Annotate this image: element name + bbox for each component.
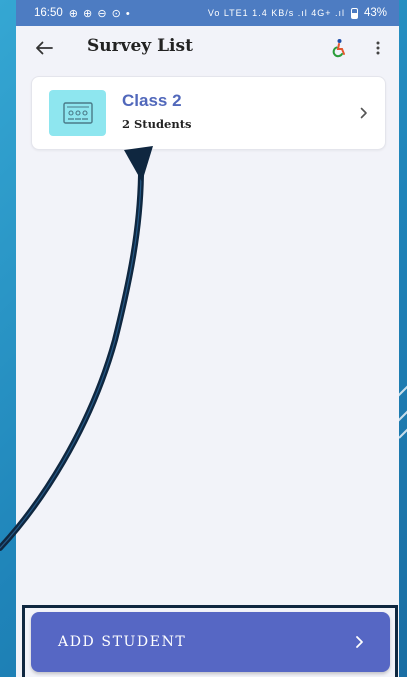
chevron-right-icon <box>360 107 367 119</box>
more-options-button[interactable] <box>368 35 388 61</box>
battery-icon <box>350 7 358 19</box>
page-title: Survey List <box>87 36 193 56</box>
add-student-label: ADD STUDENT <box>58 634 187 650</box>
accessibility-icon <box>332 39 345 58</box>
phone-screen: 16:50 ⊕ ⊕ ⊖ ⊙ • Vo LTE1 1.4 KB/s .ıl 4G+… <box>16 0 399 677</box>
status-bar: 16:50 ⊕ ⊕ ⊖ ⊙ • Vo LTE1 1.4 KB/s .ıl 4G+… <box>16 0 399 26</box>
survey-list-item[interactable]: Class 2 2 Students <box>31 76 386 150</box>
network-info: Vo LTE1 1.4 KB/s .ıl 4G+ .ıl <box>207 8 345 18</box>
class-name: Class 2 <box>122 91 182 110</box>
status-left: 16:50 ⊕ ⊕ ⊖ ⊙ • <box>34 7 131 20</box>
add-student-button[interactable]: ADD STUDENT <box>31 612 390 672</box>
background-decoration <box>398 423 407 439</box>
chevron-right-icon <box>355 635 364 649</box>
battery-percent: 43% <box>363 7 387 19</box>
classroom-icon <box>62 102 93 124</box>
card-chevron <box>357 104 371 122</box>
back-button[interactable] <box>30 34 58 62</box>
arrow-left-icon <box>36 41 53 55</box>
notification-icons: ⊕ ⊕ ⊖ ⊙ • <box>68 7 131 20</box>
student-count: 2 Students <box>122 117 192 131</box>
class-thumbnail <box>49 90 106 136</box>
status-time: 16:50 <box>34 7 63 19</box>
status-right: Vo LTE1 1.4 KB/s .ıl 4G+ .ıl 43% <box>208 7 387 19</box>
app-bar: Survey List <box>16 26 399 72</box>
more-vertical-icon <box>376 41 380 55</box>
accessibility-button[interactable] <box>327 35 351 61</box>
